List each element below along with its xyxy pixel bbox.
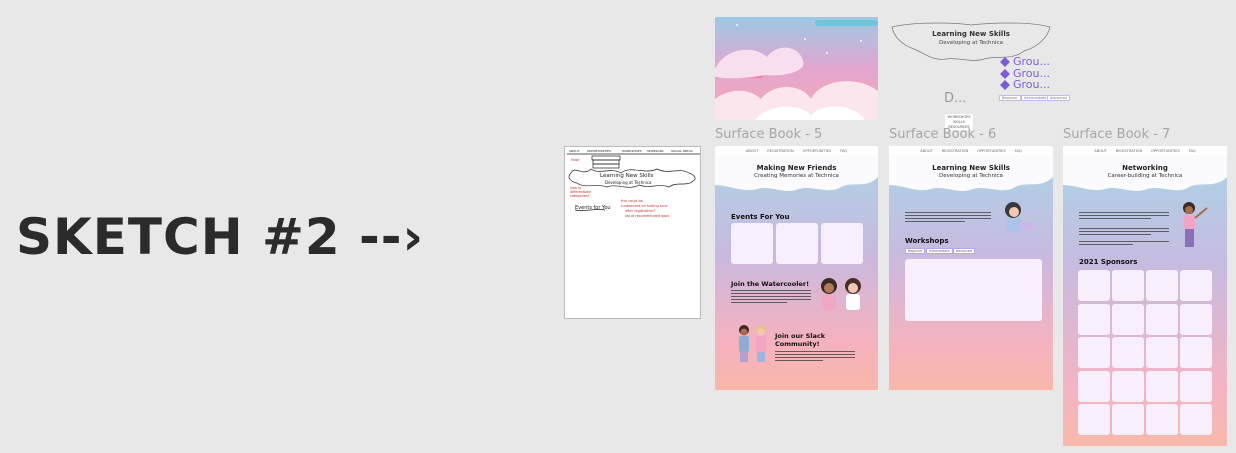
svg-text:SOCIAL MEDIA: SOCIAL MEDIA [671, 149, 694, 153]
nav-opportunities[interactable]: OPPORTUNITIES [977, 149, 1006, 153]
svg-text:this could be: this could be [621, 199, 643, 203]
nav-faq[interactable]: FAQ [1015, 149, 1022, 153]
svg-text:list of recommended apps: list of recommended apps [625, 214, 669, 218]
filter-intermediate[interactable]: Intermediate [926, 248, 953, 254]
page-subtitle: Creating Memories at Technica [754, 173, 839, 179]
svg-text:categories?: categories? [570, 194, 590, 198]
frame-surface-book-7: ABOUT REGISTRATION OPPORTUNITIES FAQ Net… [1063, 146, 1227, 446]
section-heading: 2021 Sponsors [1079, 258, 1138, 266]
nav-opportunities[interactable]: OPPORTUNITIES [803, 149, 832, 153]
sponsor-logo-slot[interactable] [1146, 404, 1178, 435]
sketch-heading: SKETCH #2 --› [16, 208, 425, 266]
paper-sketch: ABOUT OPPORTUNITIES WORKSHOPS SPONSORS S… [564, 146, 701, 319]
svg-text:SPONSORS: SPONSORS [647, 149, 664, 153]
svg-text:OPPORTUNITIES: OPPORTUNITIES [587, 149, 611, 153]
svg-text:ABOUT: ABOUT [569, 149, 580, 153]
page-subtitle: Career-building at Technica [1107, 173, 1183, 179]
sponsor-logo-slot[interactable] [1112, 404, 1144, 435]
component-icon [1000, 57, 1010, 67]
page-title: Making New Friends [756, 164, 837, 172]
filter-advanced[interactable]: Advanced [953, 248, 975, 254]
cloud-illustration [715, 17, 878, 120]
sponsor-logo-slot[interactable] [1078, 337, 1110, 368]
section-heading: Events For You [731, 213, 790, 221]
svg-text:Events for You: Events for You [575, 205, 611, 211]
nav-faq[interactable]: FAQ [1189, 149, 1196, 153]
pill-intermediate[interactable]: Intermediate [1021, 95, 1050, 101]
body-text [1079, 241, 1169, 247]
frame-label-6: Surface Book - 6 [889, 127, 997, 142]
frame-surface-book-6: ABOUT REGISTRATION OPPORTUNITIES FAQ Lea… [889, 146, 1053, 390]
sponsor-logo-slot[interactable] [1112, 303, 1144, 335]
sponsor-logo-slot[interactable] [1078, 404, 1110, 435]
nav-registration[interactable]: REGISTRATION [942, 149, 968, 153]
page-title: Networking [1122, 164, 1168, 172]
svg-text:WORKSHOPS: WORKSHOPS [622, 149, 642, 153]
page-subtitle: Developing at Technica [939, 173, 1003, 179]
frame-surface-book-5: ABOUT REGISTRATION OPPORTUNITIES FAQ Mak… [715, 146, 878, 390]
nav-registration[interactable]: REGISTRATION [767, 149, 793, 153]
body-text [905, 212, 991, 224]
sponsor-logo-slot[interactable] [1146, 370, 1178, 402]
learner-illustration [1005, 202, 1033, 232]
sponsor-logo-slot[interactable] [1180, 404, 1212, 435]
nav-about[interactable]: ABOUT [746, 149, 759, 153]
section-heading: Join our Slack Community! [775, 332, 826, 348]
event-card[interactable] [776, 223, 818, 264]
slack-illustration [739, 325, 766, 362]
group-item-3: Grou... [1000, 78, 1050, 91]
sponsor-logo-slot[interactable] [1146, 303, 1178, 335]
sponsor-logo-slot[interactable] [1112, 270, 1144, 301]
filter-beginner[interactable]: Beginner [905, 248, 926, 254]
page-title: Learning New Skills [932, 164, 1010, 172]
nav-faq[interactable]: FAQ [840, 149, 847, 153]
sponsor-logo-slot[interactable] [1180, 337, 1212, 368]
sponsor-logo-slot[interactable] [1112, 337, 1144, 368]
header-subtitle: Developing at Technica [939, 40, 1003, 46]
networker-illustration [1183, 202, 1208, 247]
sponsor-logo-slot[interactable] [1078, 270, 1110, 301]
sponsor-logo-slot[interactable] [1180, 370, 1212, 402]
sponsor-logo-slot[interactable] [1180, 270, 1212, 301]
svg-text:customized on sorting tune: customized on sorting tune [621, 204, 667, 208]
body-text [775, 351, 855, 363]
svg-text:Developing at Technica: Developing at Technica [605, 180, 652, 185]
pill-advanced[interactable]: Advanced [1047, 95, 1071, 101]
frame-label-5: Surface Book - 5 [715, 127, 823, 142]
workshop-list-card[interactable] [905, 259, 1042, 321]
section-heading: Workshops [905, 237, 949, 245]
nav-about[interactable]: ABOUT [1094, 149, 1107, 153]
truncated-label: D... [944, 91, 967, 106]
nav-about[interactable]: ABOUT [920, 149, 933, 153]
svg-text:How!: How! [571, 158, 580, 162]
event-card[interactable] [821, 223, 863, 264]
body-text [731, 290, 811, 305]
sponsor-logo-slot[interactable] [1078, 303, 1110, 335]
sponsor-logo-slot[interactable] [1146, 270, 1178, 301]
sponsor-logo-slot[interactable] [1112, 370, 1144, 402]
sponsor-logo-slot[interactable] [1180, 303, 1212, 335]
header-title: Learning New Skills [932, 30, 1010, 38]
sponsor-logo-slot[interactable] [1078, 370, 1110, 402]
nav-registration[interactable]: REGISTRATION [1116, 149, 1142, 153]
svg-text:after registration?: after registration? [625, 209, 656, 213]
paper-heading: Learning New Skills [600, 173, 654, 179]
nav-opportunities[interactable]: OPPORTUNITIES [1151, 149, 1180, 153]
frame-label-7: Surface Book - 7 [1063, 127, 1171, 142]
pill-beginner[interactable]: Beginner [999, 95, 1021, 101]
component-icon [1000, 80, 1010, 90]
friends-illustration [821, 278, 861, 310]
sponsor-logo-slot[interactable] [1146, 337, 1178, 368]
section-heading: Join the Watercooler! [731, 280, 810, 288]
body-text [1079, 212, 1169, 221]
event-card[interactable] [731, 223, 773, 264]
body-text [1079, 228, 1169, 237]
